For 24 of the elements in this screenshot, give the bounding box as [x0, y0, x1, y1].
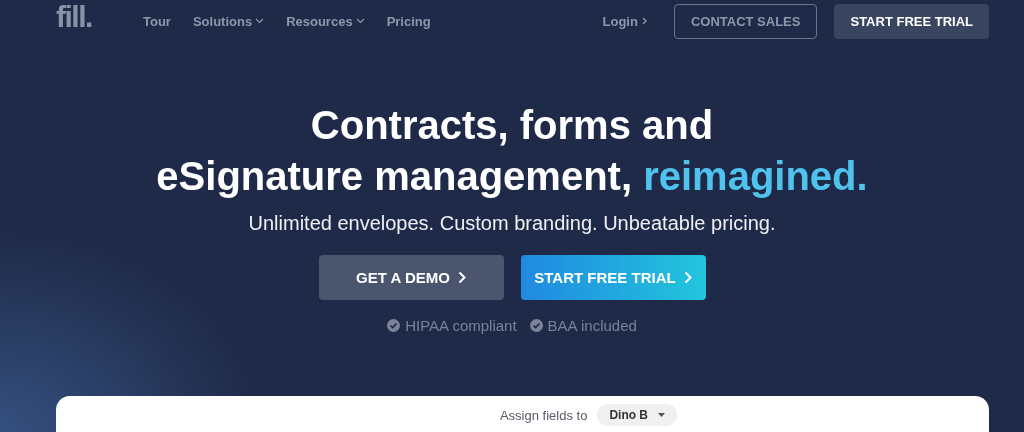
nav-link[interactable]: Pricing	[386, 13, 431, 29]
assignee-dropdown[interactable]: Dino B	[597, 404, 678, 426]
start-trial-button[interactable]: START FREE TRIAL	[520, 255, 706, 300]
login-link[interactable]: Login	[602, 13, 647, 29]
chevron-right-icon	[683, 271, 692, 284]
chevron-right-icon	[457, 271, 466, 284]
check-circle-icon	[387, 319, 401, 332]
logo[interactable]: fill.	[56, 0, 116, 34]
chevron-right-icon	[641, 17, 647, 25]
start-trial-button[interactable]: START FREE TRIAL	[834, 3, 989, 39]
headline: Contracts, forms and eSignature management, reimagined.	[156, 102, 868, 200]
nav-link[interactable]: Solutions	[192, 13, 265, 29]
subtitle: Unlimited envelopes. Custom branding. Unbeatable pricing.	[248, 212, 776, 235]
badge-label: BAA included	[547, 317, 637, 334]
nav-link[interactable]: Resources	[286, 13, 365, 29]
chevron-down-icon	[355, 18, 365, 24]
contact-sales-button[interactable]: CONTACT SALES	[673, 3, 818, 39]
assign-label: Assign fields to	[499, 407, 588, 423]
badge-label: HIPAA compliant	[405, 317, 517, 334]
demo-button[interactable]: GET A DEMO	[318, 255, 504, 300]
check-circle-icon	[529, 319, 543, 332]
nav-link[interactable]: Tour	[143, 13, 171, 29]
chevron-down-icon	[255, 18, 265, 24]
caret-icon	[658, 413, 666, 417]
